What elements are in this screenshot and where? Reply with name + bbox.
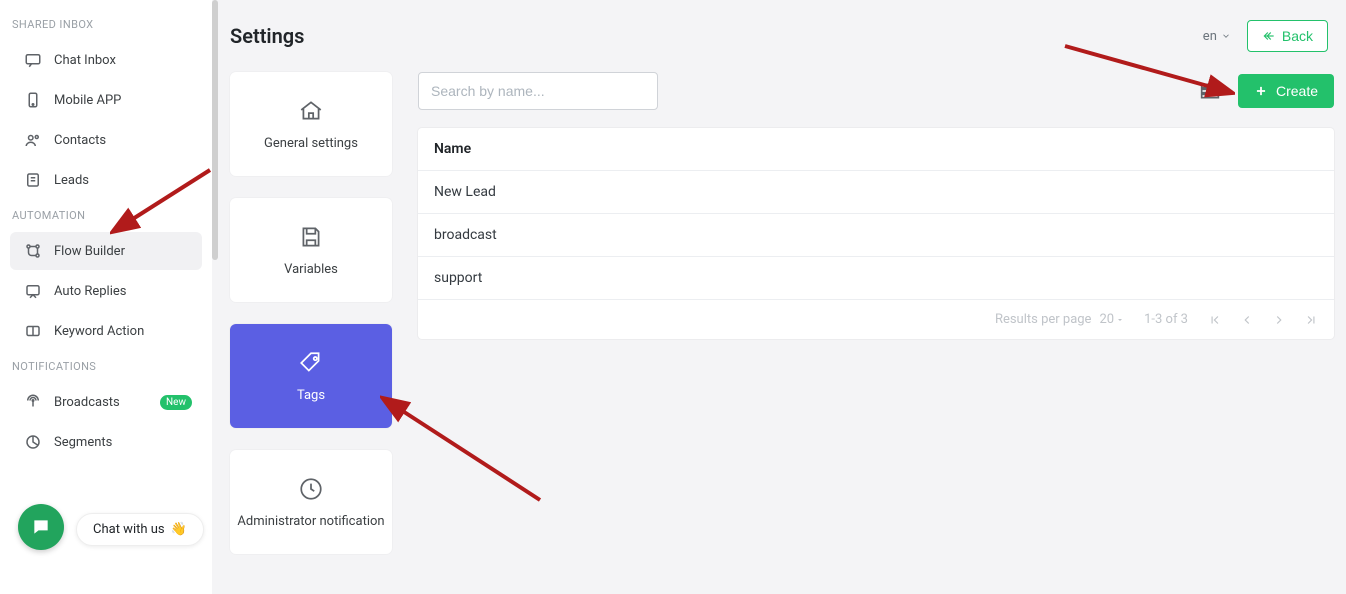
sidebar-item-broadcasts[interactable]: Broadcasts New	[10, 383, 202, 421]
main-area: Settings en Back General settings Variab…	[218, 0, 1346, 594]
section-title-automation: AUTOMATION	[0, 201, 212, 230]
prev-page-icon[interactable]	[1240, 313, 1254, 327]
mobile-icon	[24, 91, 42, 109]
tile-admin-notification[interactable]: Administrator notification	[230, 450, 392, 554]
per-page-value: 20	[1099, 312, 1114, 327]
row-name: New Lead	[434, 184, 496, 200]
tile-tags[interactable]: Tags	[230, 324, 392, 428]
create-button[interactable]: Create	[1238, 74, 1334, 108]
sidebar-item-mobile-app[interactable]: Mobile APP	[10, 81, 202, 119]
topbar: Settings en Back	[230, 20, 1334, 52]
leads-icon	[24, 171, 42, 189]
flow-icon	[24, 242, 42, 260]
topbar-right: en Back	[1203, 20, 1328, 52]
tile-label: Administrator notification	[231, 514, 390, 529]
sidebar-item-label: Auto Replies	[54, 284, 126, 299]
autoreply-icon	[24, 282, 42, 300]
tags-table: Name New Lead broadcast support Results …	[418, 128, 1334, 339]
last-page-icon[interactable]	[1304, 313, 1318, 327]
sidebar-item-leads[interactable]: Leads	[10, 161, 202, 199]
broadcast-icon	[24, 393, 42, 411]
table-row[interactable]: broadcast	[418, 214, 1334, 257]
sidebar-item-label: Mobile APP	[54, 93, 121, 108]
tile-label: General settings	[258, 136, 364, 151]
chat-icon	[24, 51, 42, 69]
tile-variables[interactable]: Variables	[230, 198, 392, 302]
sidebar-item-label: Segments	[54, 435, 112, 450]
sidebar-item-segments[interactable]: Segments	[10, 423, 202, 461]
caret-down-icon	[1116, 316, 1124, 324]
density-toggle-icon[interactable]	[1200, 82, 1220, 100]
chevron-down-icon	[1221, 31, 1231, 41]
sidebar-item-label: Keyword Action	[54, 324, 144, 339]
sidebar-item-contacts[interactable]: Contacts	[10, 121, 202, 159]
table-row[interactable]: support	[418, 257, 1334, 300]
language-selector[interactable]: en	[1203, 29, 1231, 44]
bell-icon	[298, 476, 324, 502]
sidebar-item-label: Leads	[54, 173, 89, 188]
first-page-icon[interactable]	[1208, 313, 1222, 327]
sidebar-item-label: Broadcasts	[54, 395, 120, 410]
pager	[1208, 313, 1318, 327]
sidebar-item-chat-inbox[interactable]: Chat Inbox	[10, 41, 202, 79]
table-row[interactable]: New Lead	[418, 171, 1334, 214]
tags-panel: Create Name New Lead broadcast support R…	[418, 72, 1334, 554]
row-name: support	[434, 270, 482, 286]
section-title-shared-inbox: SHARED INBOX	[0, 10, 212, 39]
sidebar-item-label: Flow Builder	[54, 244, 125, 259]
keyword-icon	[24, 322, 42, 340]
chat-with-us-pill[interactable]: Chat with us 👋	[76, 513, 204, 546]
search-input[interactable]	[418, 72, 658, 110]
tile-label: Variables	[278, 262, 344, 277]
sidebar-item-label: Contacts	[54, 133, 106, 148]
settings-tile-column: General settings Variables Tags Administ…	[230, 72, 392, 554]
table-header-name: Name	[418, 128, 1334, 171]
home-icon	[298, 98, 324, 124]
chat-pill-label: Chat with us	[93, 522, 165, 537]
results-per-page-label: Results per page	[995, 312, 1092, 327]
sidebar-item-label: Chat Inbox	[54, 53, 116, 68]
language-label: en	[1203, 29, 1217, 44]
section-title-notifications: NOTIFICATIONS	[0, 352, 212, 381]
wave-emoji: 👋	[171, 522, 187, 537]
chat-fab[interactable]	[18, 504, 64, 550]
sidebar-item-auto-replies[interactable]: Auto Replies	[10, 272, 202, 310]
sidebar-item-keyword-action[interactable]: Keyword Action	[10, 312, 202, 350]
contacts-icon	[24, 131, 42, 149]
back-button[interactable]: Back	[1247, 20, 1328, 52]
back-label: Back	[1282, 28, 1313, 44]
new-badge: New	[160, 395, 192, 410]
create-label: Create	[1276, 83, 1318, 99]
tag-icon	[298, 350, 324, 376]
tile-general-settings[interactable]: General settings	[230, 72, 392, 176]
page-title: Settings	[230, 24, 304, 48]
segments-icon	[24, 433, 42, 451]
table-footer: Results per page 20 1-3 of 3	[418, 300, 1334, 339]
tile-label: Tags	[291, 388, 331, 403]
per-page-select[interactable]: 20	[1099, 312, 1124, 327]
sidebar-item-flow-builder[interactable]: Flow Builder	[10, 232, 202, 270]
page-range: 1-3 of 3	[1144, 312, 1188, 327]
save-icon	[298, 224, 324, 250]
next-page-icon[interactable]	[1272, 313, 1286, 327]
row-name: broadcast	[434, 227, 497, 243]
chat-bubble-icon	[31, 517, 51, 537]
plus-icon	[1254, 84, 1268, 98]
arrow-left-icon	[1262, 29, 1276, 43]
